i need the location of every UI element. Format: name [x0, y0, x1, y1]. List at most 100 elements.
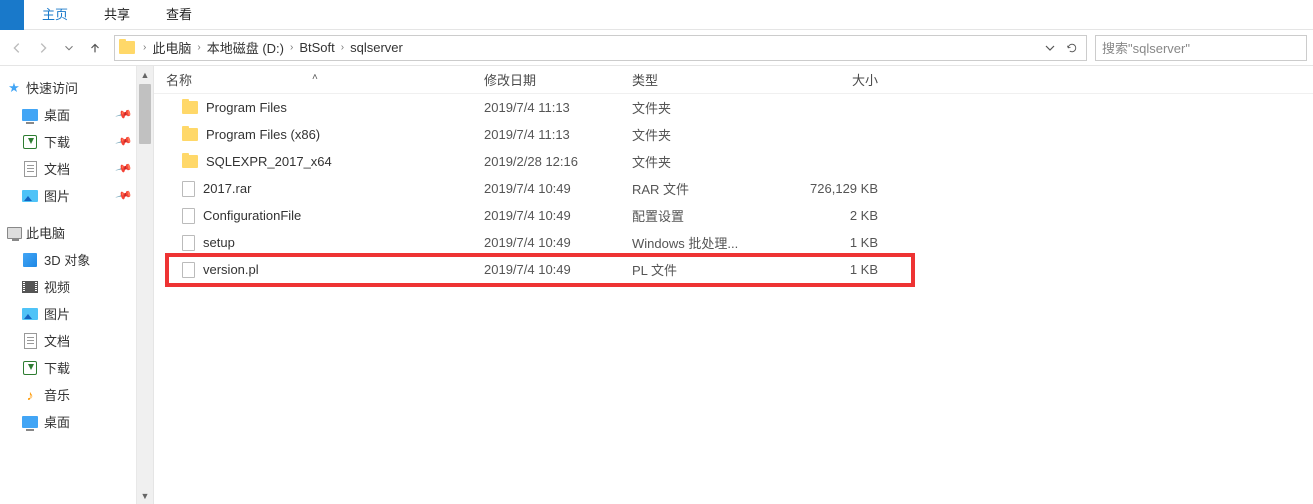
file-row[interactable]: version.pl 2019/7/4 10:49PL 文件1 KB — [154, 256, 1313, 283]
ribbon-tab-home[interactable]: 主页 — [24, 0, 86, 30]
file-list-pane: 名称 ˄ 修改日期 类型 大小 Program Files2019/7/4 11… — [154, 66, 1313, 504]
file-icon — [182, 208, 195, 224]
document-icon — [24, 333, 37, 349]
sidebar-item-downloads-pc[interactable]: 下载 — [4, 354, 137, 381]
scroll-down-icon[interactable]: ▼ — [137, 487, 153, 504]
file-tab-accent[interactable] — [0, 0, 24, 30]
file-row[interactable]: setup2019/7/4 10:49Windows 批处理...1 KB — [154, 229, 1313, 256]
file-date: 2019/7/4 10:49 — [484, 181, 632, 196]
sidebar-item-downloads[interactable]: 下载 📌 — [4, 128, 137, 155]
file-name: SQLEXPR_2017_x64 — [206, 154, 332, 169]
document-icon — [24, 161, 37, 177]
sidebar-quick-access[interactable]: ★ 快速访问 — [4, 72, 137, 101]
file-type: PL 文件 — [632, 260, 780, 279]
sidebar-item-pictures-pc[interactable]: 图片 — [4, 300, 137, 327]
breadcrumb[interactable]: BtSoft — [297, 40, 336, 55]
star-icon: ★ — [6, 80, 22, 96]
breadcrumb[interactable]: 本地磁盘 (D:) — [205, 38, 286, 57]
sidebar-item-documents-pc[interactable]: 文档 — [4, 327, 137, 354]
pin-icon: 📌 — [115, 159, 133, 177]
up-button[interactable] — [84, 37, 106, 59]
sidebar-item-label: 下载 — [44, 358, 70, 377]
file-type: 文件夹 — [632, 125, 780, 144]
file-row[interactable]: 2017.rar2019/7/4 10:49RAR 文件726,129 KB — [154, 175, 1313, 202]
file-name: setup — [203, 235, 235, 250]
sidebar-item-music[interactable]: ♪ 音乐 — [4, 381, 137, 408]
sidebar-item-desktop-pc[interactable]: 桌面 — [4, 408, 137, 435]
arrow-up-icon — [88, 41, 102, 55]
refresh-button[interactable] — [1062, 38, 1082, 58]
file-name: version.pl — [203, 262, 259, 277]
address-history-button[interactable] — [1040, 38, 1060, 58]
breadcrumb[interactable]: sqlserver — [348, 40, 405, 55]
recent-dropdown[interactable] — [58, 37, 80, 59]
file-type: 配置设置 — [632, 206, 780, 225]
file-name: Program Files — [206, 100, 287, 115]
scrollbar-thumb[interactable] — [139, 84, 151, 144]
file-name: Program Files (x86) — [206, 127, 320, 142]
video-icon — [22, 281, 38, 293]
file-size: 1 KB — [780, 235, 890, 250]
music-icon: ♪ — [22, 387, 38, 403]
pin-icon: 📌 — [115, 132, 133, 150]
navigation-pane: ★ 快速访问 桌面 📌 下载 📌 文档 📌 图片 📌 — [0, 66, 154, 504]
sidebar-item-label: 桌面 — [44, 105, 70, 124]
sort-indicator-icon: ˄ — [312, 72, 318, 83]
sidebar-item-label: 文档 — [44, 331, 70, 350]
pin-icon: 📌 — [115, 105, 133, 123]
back-button[interactable] — [6, 37, 28, 59]
arrow-right-icon — [36, 41, 50, 55]
file-date: 2019/7/4 10:49 — [484, 262, 632, 277]
chevron-down-icon — [1045, 43, 1055, 53]
file-row[interactable]: Program Files (x86)2019/7/4 11:13文件夹 — [154, 121, 1313, 148]
sidebar-item-documents[interactable]: 文档 📌 — [4, 155, 137, 182]
file-row[interactable]: ConfigurationFile2019/7/4 10:49配置设置2 KB — [154, 202, 1313, 229]
sidebar-this-pc[interactable]: 此电脑 — [4, 217, 137, 246]
file-row[interactable]: SQLEXPR_2017_x642019/2/28 12:16文件夹 — [154, 148, 1313, 175]
sidebar-item-pictures[interactable]: 图片 📌 — [4, 182, 137, 209]
pc-icon — [7, 227, 22, 239]
arrow-left-icon — [10, 41, 24, 55]
file-icon — [182, 235, 195, 251]
chevron-right-icon: › — [193, 42, 204, 53]
sidebar-item-label: 视频 — [44, 277, 70, 296]
sidebar-item-label: 桌面 — [44, 412, 70, 431]
file-icon — [182, 262, 195, 278]
sidebar-group-label: 此电脑 — [26, 223, 65, 242]
folder-icon — [119, 41, 135, 54]
chevron-right-icon: › — [139, 42, 150, 53]
navigation-bar: › 此电脑 › 本地磁盘 (D:) › BtSoft › sqlserver 搜… — [0, 30, 1313, 66]
file-row[interactable]: Program Files2019/7/4 11:13文件夹 — [154, 94, 1313, 121]
column-header-name[interactable]: 名称 ˄ — [162, 70, 484, 89]
folder-icon — [182, 155, 198, 168]
chevron-down-icon — [62, 41, 76, 55]
chevron-right-icon: › — [337, 42, 348, 53]
scroll-up-icon[interactable]: ▲ — [137, 66, 153, 83]
ribbon-tab-share[interactable]: 共享 — [86, 0, 148, 30]
column-headers: 名称 ˄ 修改日期 类型 大小 — [154, 66, 1313, 94]
ribbon-bar: 主页 共享 查看 — [0, 0, 1313, 30]
sidebar-item-3d-objects[interactable]: 3D 对象 — [4, 246, 137, 273]
breadcrumb[interactable]: 此电脑 — [150, 38, 193, 57]
address-bar[interactable]: › 此电脑 › 本地磁盘 (D:) › BtSoft › sqlserver — [114, 35, 1087, 61]
file-size: 1 KB — [780, 262, 890, 277]
sidebar-item-desktop[interactable]: 桌面 📌 — [4, 101, 137, 128]
search-input[interactable]: 搜索"sqlserver" — [1095, 35, 1307, 61]
column-header-size[interactable]: 大小 — [780, 70, 890, 89]
forward-button[interactable] — [32, 37, 54, 59]
folder-icon — [182, 101, 198, 114]
pin-icon: 📌 — [115, 186, 133, 204]
sidebar-item-label: 文档 — [44, 159, 70, 178]
refresh-icon — [1066, 42, 1078, 54]
column-header-date[interactable]: 修改日期 — [484, 70, 632, 89]
folder-icon — [182, 128, 198, 141]
sidebar-item-videos[interactable]: 视频 — [4, 273, 137, 300]
column-header-type[interactable]: 类型 — [632, 70, 780, 89]
file-type: Windows 批处理... — [632, 233, 780, 252]
file-name: ConfigurationFile — [203, 208, 301, 223]
search-placeholder: 搜索"sqlserver" — [1102, 38, 1190, 57]
sidebar-scrollbar[interactable]: ▲ ▼ — [136, 66, 153, 504]
desktop-icon — [22, 109, 38, 121]
ribbon-tab-view[interactable]: 查看 — [148, 0, 210, 30]
sidebar-group-label: 快速访问 — [26, 78, 78, 97]
